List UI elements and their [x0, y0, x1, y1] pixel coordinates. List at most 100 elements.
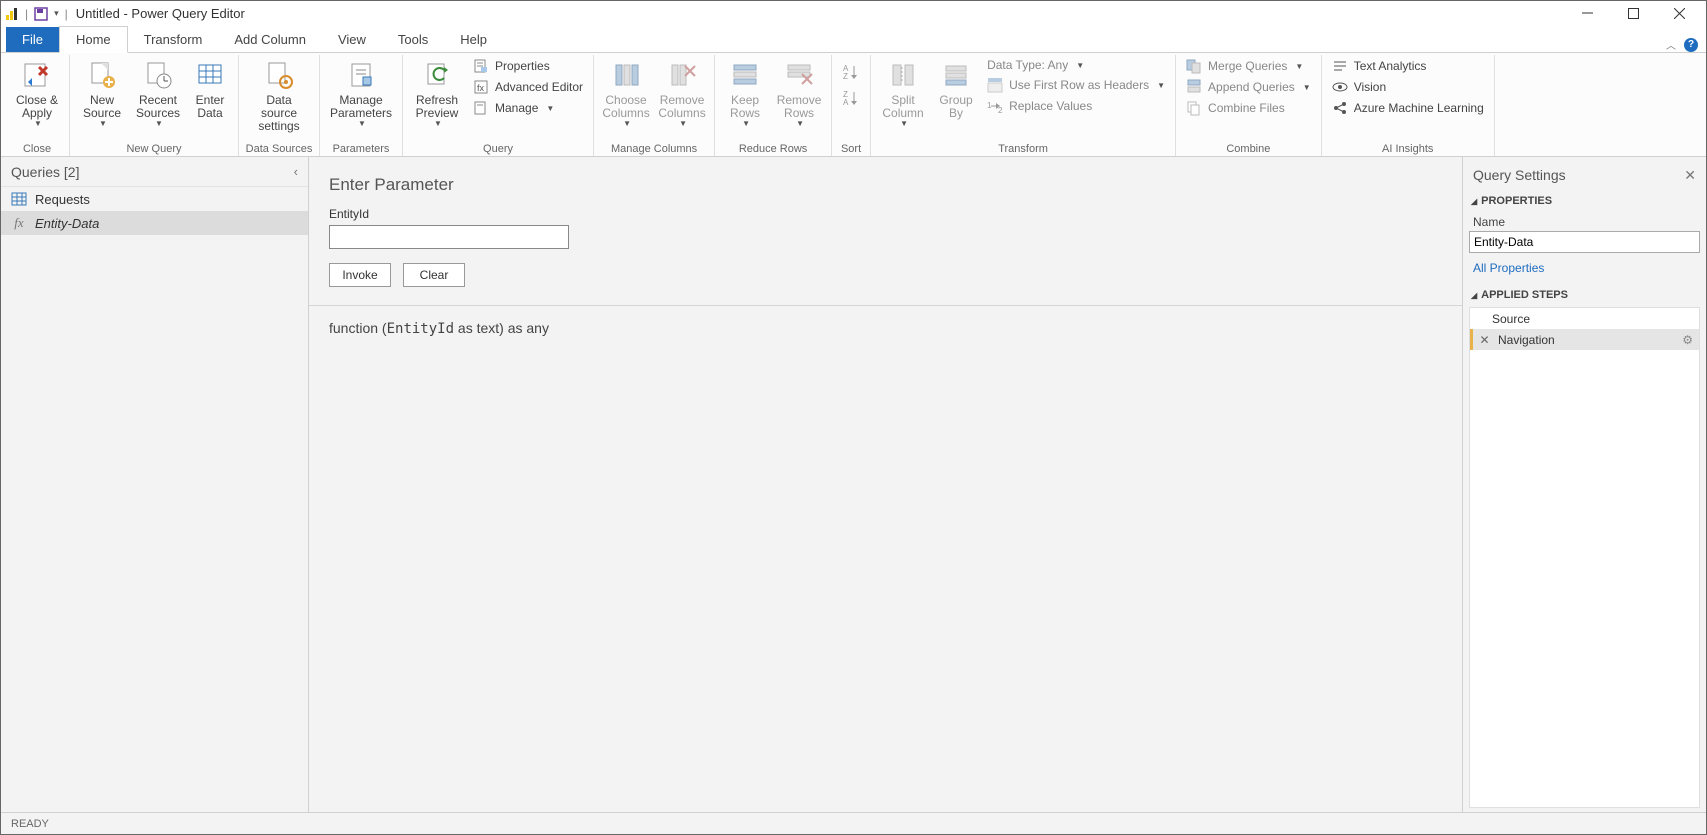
collapse-ribbon-icon[interactable]: ︿ [1666, 37, 1676, 52]
qat-dropdown-icon[interactable]: ▾ [54, 8, 59, 19]
choose-columns-button[interactable]: Choose Columns▼ [600, 57, 652, 131]
ribbon-group-data-sources: Data source settings Data Sources [239, 55, 320, 156]
replace-icon: 12 [987, 98, 1003, 114]
svg-text:fx: fx [477, 83, 485, 93]
query-item-entity-data[interactable]: fx Entity-Data [1, 211, 308, 235]
enter-data-icon [194, 59, 226, 91]
all-properties-link[interactable]: All Properties [1469, 253, 1700, 283]
first-row-icon [987, 77, 1003, 93]
queries-panel: Queries [2] ‹ Requests fx Entity-Data [1, 157, 309, 812]
vision-icon [1332, 79, 1348, 95]
tab-add-column[interactable]: Add Column [218, 27, 322, 52]
fx-icon: fx [11, 215, 27, 231]
maximize-button[interactable] [1610, 1, 1656, 26]
ribbon-group-parameters: Manage Parameters▼ Parameters [320, 55, 403, 156]
applied-steps-section-header[interactable]: ◢APPLIED STEPS [1469, 283, 1700, 307]
new-source-button[interactable]: New Source▼ [76, 57, 128, 131]
query-settings-panel: Query Settings ✕ ◢PROPERTIES Name All Pr… [1462, 157, 1706, 812]
properties-button[interactable]: Properties [469, 57, 587, 75]
properties-icon [473, 58, 489, 74]
window-title: Untitled - Power Query Editor [76, 6, 245, 21]
ribbon-group-reduce-rows: Keep Rows▼ Remove Rows▼ Reduce Rows [715, 55, 832, 156]
split-column-icon [887, 59, 919, 91]
combine-files-button[interactable]: Combine Files [1182, 99, 1315, 117]
azure-ml-button[interactable]: Azure Machine Learning [1328, 99, 1488, 117]
help-icon[interactable]: ? [1684, 38, 1698, 52]
tab-tools[interactable]: Tools [382, 27, 444, 52]
close-window-button[interactable] [1656, 1, 1702, 26]
separator: | [65, 7, 68, 21]
keep-rows-icon [729, 59, 761, 91]
advanced-editor-button[interactable]: fxAdvanced Editor [469, 78, 587, 96]
ribbon-group-ai: Text Analytics Vision Azure Machine Lear… [1322, 55, 1495, 156]
remove-rows-button[interactable]: Remove Rows▼ [773, 57, 825, 131]
data-type-button[interactable]: Data Type: Any▼ [983, 57, 1169, 73]
group-by-button[interactable]: Group By [933, 57, 979, 122]
query-item-requests[interactable]: Requests [1, 187, 308, 211]
vision-button[interactable]: Vision [1328, 78, 1488, 96]
step-settings-icon[interactable]: ⚙ [1682, 333, 1693, 347]
manage-parameters-icon [345, 59, 377, 91]
step-source[interactable]: Source [1470, 308, 1699, 329]
first-row-headers-button[interactable]: Use First Row as Headers▼ [983, 76, 1169, 94]
manage-icon [473, 100, 489, 116]
sort-desc-button[interactable]: ZA [842, 89, 860, 107]
query-name-input[interactable] [1469, 231, 1700, 253]
recent-sources-icon [142, 59, 174, 91]
ribbon: Close & Apply▼ Close New Source▼ Recent … [1, 53, 1706, 157]
ribbon-group-new-query: New Source▼ Recent Sources▼ Enter Data N… [70, 55, 239, 156]
main-content: Enter Parameter EntityId Invoke Clear fu… [309, 157, 1462, 812]
ribbon-group-combine: Merge Queries▼ Append Queries▼ Combine F… [1176, 55, 1322, 156]
keep-rows-button[interactable]: Keep Rows▼ [721, 57, 769, 131]
step-navigation[interactable]: ✕ Navigation ⚙ [1470, 329, 1699, 350]
append-queries-button[interactable]: Append Queries▼ [1182, 78, 1315, 96]
sort-asc-button[interactable]: AZ [842, 63, 860, 81]
app-icon [5, 7, 19, 21]
ribbon-group-close: Close & Apply▼ Close [5, 55, 70, 156]
invoke-button[interactable]: Invoke [329, 263, 391, 287]
name-label: Name [1469, 213, 1700, 231]
ribbon-tabs: File Home Transform Add Column View Tool… [1, 26, 1706, 53]
enter-data-button[interactable]: Enter Data [188, 57, 232, 122]
remove-columns-button[interactable]: Remove Columns▼ [656, 57, 708, 131]
tab-home[interactable]: Home [59, 26, 128, 53]
text-analytics-button[interactable]: Text Analytics [1328, 57, 1488, 75]
replace-values-button[interactable]: 12Replace Values [983, 97, 1169, 115]
delete-step-icon[interactable]: ✕ [1477, 333, 1492, 347]
tab-transform[interactable]: Transform [128, 27, 219, 52]
save-icon[interactable] [34, 7, 48, 21]
choose-columns-icon [610, 59, 642, 91]
append-icon [1186, 79, 1202, 95]
minimize-button[interactable] [1564, 1, 1610, 26]
svg-text:A: A [843, 98, 849, 107]
merge-icon [1186, 58, 1202, 74]
azure-ml-icon [1332, 100, 1348, 116]
text-analytics-icon [1332, 58, 1348, 74]
refresh-preview-button[interactable]: Refresh Preview▼ [409, 57, 465, 131]
data-source-settings-button[interactable]: Data source settings [245, 57, 313, 136]
entityid-input[interactable] [329, 225, 569, 249]
ribbon-group-query: Refresh Preview▼ Properties fxAdvanced E… [403, 55, 594, 156]
manage-parameters-button[interactable]: Manage Parameters▼ [326, 57, 396, 131]
combine-files-icon [1186, 100, 1202, 116]
close-settings-icon[interactable]: ✕ [1684, 167, 1696, 184]
merge-queries-button[interactable]: Merge Queries▼ [1182, 57, 1315, 75]
remove-rows-icon [783, 59, 815, 91]
table-icon [11, 191, 27, 207]
ribbon-group-manage-columns: Choose Columns▼ Remove Columns▼ Manage C… [594, 55, 715, 156]
manage-button[interactable]: Manage▼ [469, 99, 587, 117]
data-source-settings-icon [263, 59, 295, 91]
properties-section-header[interactable]: ◢PROPERTIES [1469, 189, 1700, 213]
split-column-button[interactable]: Split Column▼ [877, 57, 929, 131]
refresh-icon [421, 59, 453, 91]
clear-button[interactable]: Clear [403, 263, 465, 287]
collapse-queries-icon[interactable]: ‹ [294, 164, 298, 179]
recent-sources-button[interactable]: Recent Sources▼ [132, 57, 184, 131]
applied-steps-list: Source ✕ Navigation ⚙ [1469, 307, 1700, 808]
tab-file[interactable]: File [6, 27, 59, 52]
tab-help[interactable]: Help [444, 27, 503, 52]
new-source-icon [86, 59, 118, 91]
close-apply-button[interactable]: Close & Apply▼ [11, 57, 63, 131]
tab-view[interactable]: View [322, 27, 382, 52]
enter-parameter-title: Enter Parameter [329, 175, 1442, 195]
